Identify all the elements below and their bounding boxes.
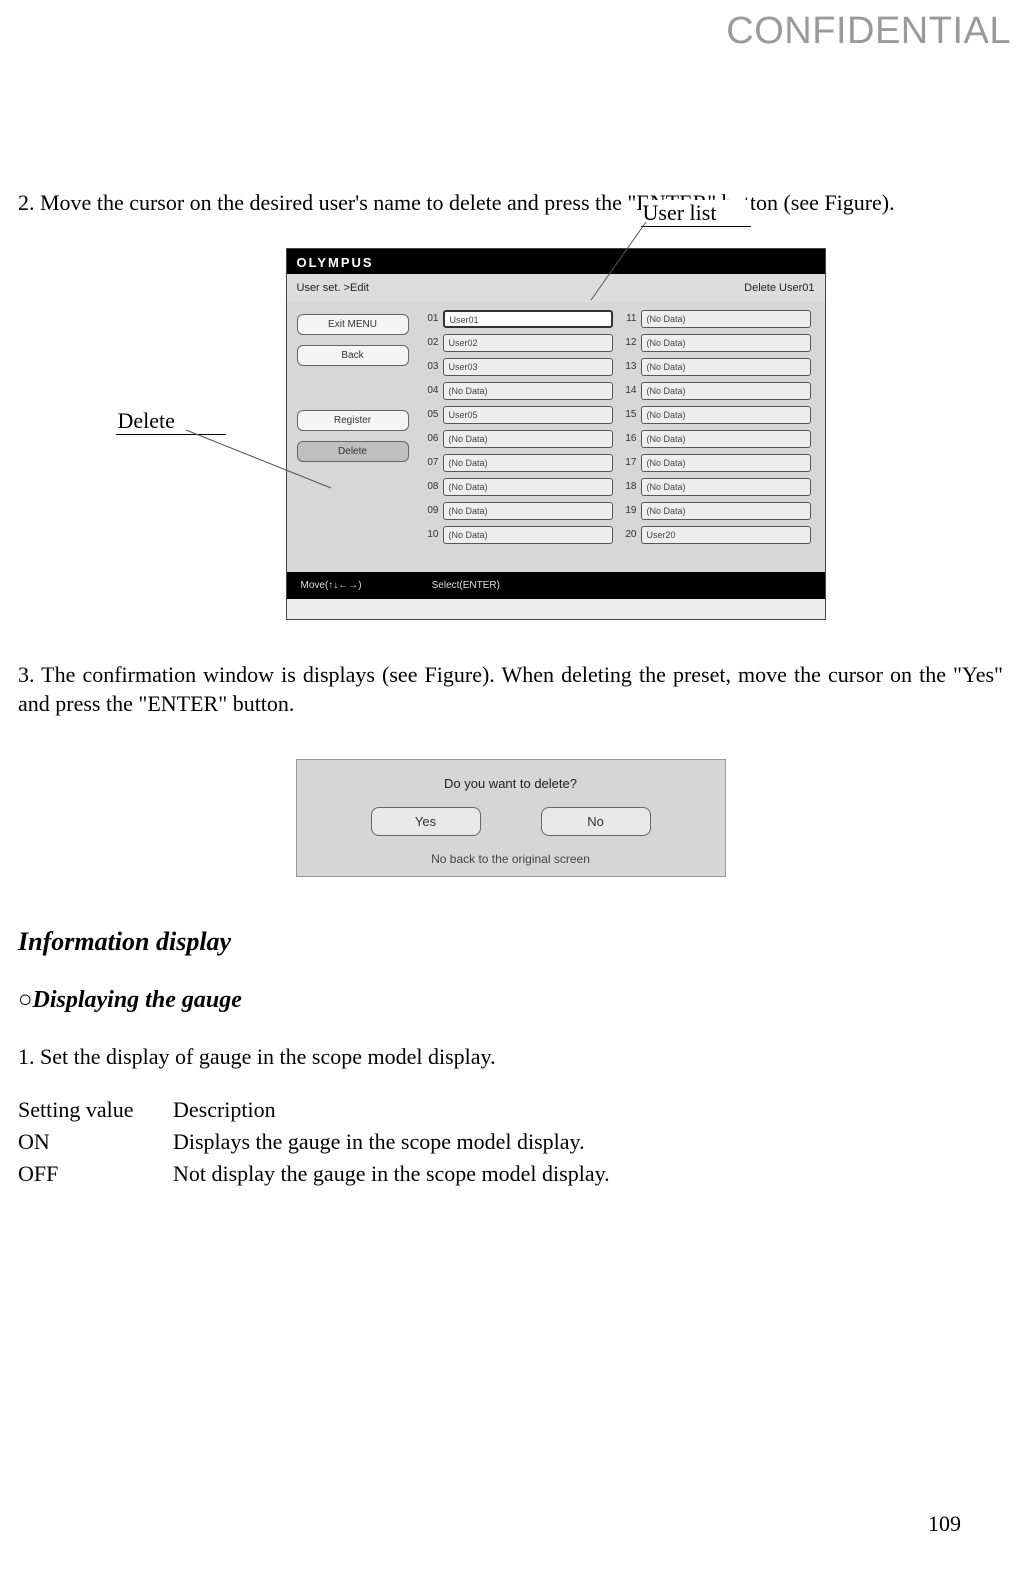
confidential-watermark: CONFIDENTIAL: [726, 10, 1011, 53]
list-num: 09: [423, 505, 443, 516]
callout-user-list: User list: [641, 200, 751, 227]
delete-button[interactable]: Delete: [297, 441, 409, 462]
instruction-step-2: 2. Move the cursor on the desired user's…: [18, 188, 1003, 218]
register-button[interactable]: Register: [297, 410, 409, 431]
page-number: 109: [928, 1511, 961, 1537]
list-num: 10: [423, 529, 443, 540]
list-num: 20: [621, 529, 641, 540]
list-num: 14: [621, 385, 641, 396]
callout-delete: Delete: [116, 408, 226, 435]
list-num: 06: [423, 433, 443, 444]
list-num: 19: [621, 505, 641, 516]
list-num: 12: [621, 337, 641, 348]
list-num: 11: [621, 313, 641, 324]
brand-bar: OLYMPUS: [287, 249, 825, 274]
list-item[interactable]: (No Data): [443, 382, 613, 400]
list-num: 16: [621, 433, 641, 444]
exit-menu-button[interactable]: Exit MENU: [297, 314, 409, 335]
table-cell-value: Not display the gauge in the scope model…: [173, 1158, 1003, 1190]
list-item[interactable]: (No Data): [641, 406, 811, 424]
breadcrumb-bar: User set. >Edit Delete User01: [287, 274, 825, 302]
list-item[interactable]: User20: [641, 526, 811, 544]
list-num: 15: [621, 409, 641, 420]
list-num: 05: [423, 409, 443, 420]
list-num: 17: [621, 457, 641, 468]
user-list-col-1: 01User01 02User02 03User03 04(No Data) 0…: [423, 310, 621, 564]
list-item[interactable]: User02: [443, 334, 613, 352]
status-text: Delete User01: [744, 282, 814, 294]
table-cell-key: OFF: [18, 1158, 173, 1190]
dialog-note: No back to the original screen: [317, 852, 705, 866]
list-item[interactable]: (No Data): [641, 382, 811, 400]
table-cell-value: Displays the gauge in the scope model di…: [173, 1126, 1003, 1158]
list-item[interactable]: (No Data): [443, 526, 613, 544]
list-item[interactable]: (No Data): [641, 478, 811, 496]
footer-move-hint: Move(↑↓←→): [301, 580, 362, 591]
subheading-displaying-gauge: ○Displaying the gauge: [18, 987, 1003, 1014]
figure-1-wrap: User list Delete OLYMPUS User set. >Edit…: [18, 248, 1003, 620]
list-item[interactable]: User03: [443, 358, 613, 376]
footer-bar: Move(↑↓←→) Select(ENTER): [287, 572, 825, 599]
list-num: 03: [423, 361, 443, 372]
list-num: 08: [423, 481, 443, 492]
list-item[interactable]: User05: [443, 406, 613, 424]
breadcrumb-text: User set. >Edit: [297, 282, 369, 294]
list-item[interactable]: (No Data): [641, 430, 811, 448]
table-header-description: Description: [173, 1094, 1003, 1126]
list-item[interactable]: (No Data): [641, 310, 811, 328]
gauge-step-1: 1. Set the display of gauge in the scope…: [18, 1042, 1003, 1072]
list-item[interactable]: (No Data): [641, 454, 811, 472]
user-list-col-2: 11(No Data) 12(No Data) 13(No Data) 14(N…: [621, 310, 819, 564]
screen-bottom-edge: [287, 599, 825, 619]
instruction-step-3: 3. The confirmation window is displays (…: [18, 660, 1003, 719]
list-item[interactable]: (No Data): [443, 502, 613, 520]
section-heading-information-display: Information display: [18, 927, 1003, 957]
table-cell-key: ON: [18, 1126, 173, 1158]
list-item[interactable]: (No Data): [641, 502, 811, 520]
user-list-panel: 01User01 02User02 03User03 04(No Data) 0…: [413, 310, 819, 564]
list-item[interactable]: User01: [443, 310, 613, 328]
list-num: 07: [423, 457, 443, 468]
dialog-question: Do you want to delete?: [317, 776, 705, 791]
yes-button[interactable]: Yes: [371, 807, 481, 836]
settings-table: Setting value Description ON Displays th…: [18, 1094, 1003, 1190]
list-item[interactable]: (No Data): [443, 454, 613, 472]
figure-2-wrap: Do you want to delete? Yes No No back to…: [18, 749, 1003, 877]
list-num: 13: [621, 361, 641, 372]
list-num: 04: [423, 385, 443, 396]
list-num: 01: [423, 313, 443, 324]
list-num: 18: [621, 481, 641, 492]
list-item[interactable]: (No Data): [443, 430, 613, 448]
list-item[interactable]: (No Data): [641, 334, 811, 352]
footer-select-hint: Select(ENTER): [432, 580, 500, 591]
table-header-setting: Setting value: [18, 1094, 173, 1126]
menu-panel: Exit MENU Back Register Delete: [293, 310, 413, 564]
back-button[interactable]: Back: [297, 345, 409, 366]
list-item[interactable]: (No Data): [443, 478, 613, 496]
no-button[interactable]: No: [541, 807, 651, 836]
confirm-dialog: Do you want to delete? Yes No No back to…: [296, 759, 726, 877]
list-num: 02: [423, 337, 443, 348]
device-screen: OLYMPUS User set. >Edit Delete User01 Ex…: [286, 248, 826, 620]
list-item[interactable]: (No Data): [641, 358, 811, 376]
